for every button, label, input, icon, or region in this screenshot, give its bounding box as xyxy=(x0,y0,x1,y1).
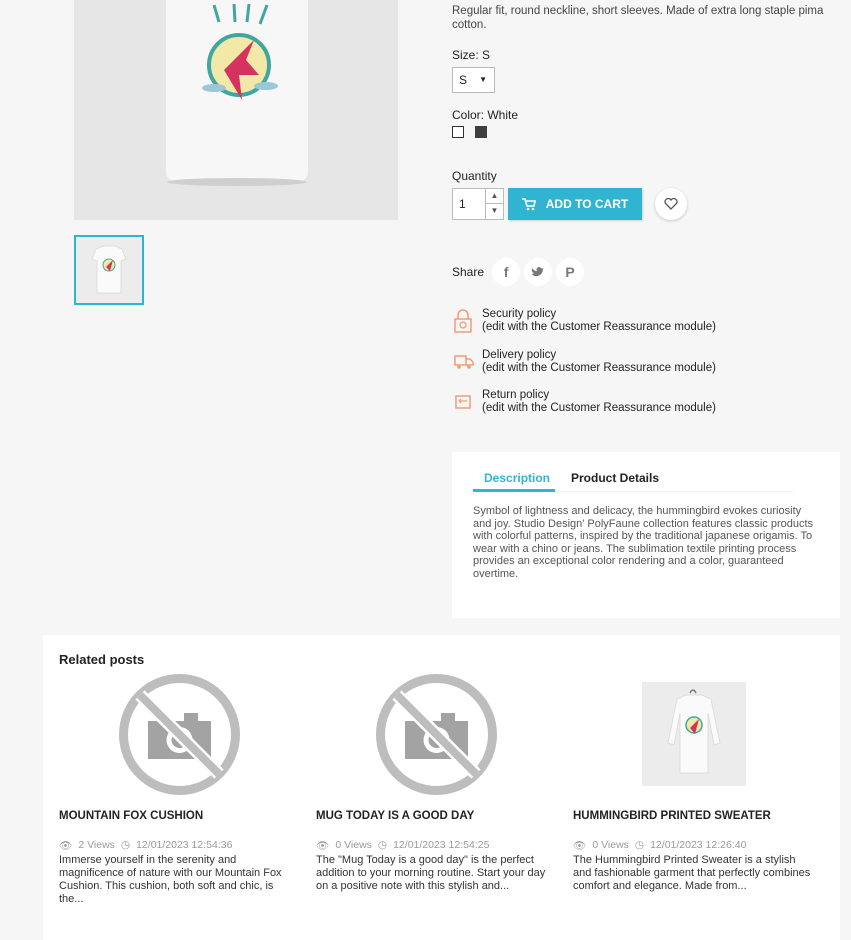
size-label: Size: S xyxy=(452,48,491,62)
cart-icon xyxy=(521,197,536,210)
eye-icon: 👁 xyxy=(316,840,330,852)
clock-icon: ◷ xyxy=(120,839,131,851)
post-excerpt: The Hummingbird Printed Sweater is a sty… xyxy=(573,854,811,892)
post-views: 2 Views xyxy=(78,839,115,851)
reassurance-sub: (edit with the Customer Reassurance modu… xyxy=(482,402,716,414)
post-meta: 👁 2 Views ◷ 12/01/2023 12:54:36 xyxy=(59,839,232,852)
tab-active-indicator xyxy=(473,489,555,492)
color-label: Color: White xyxy=(452,108,519,122)
no-image-icon xyxy=(375,674,497,795)
related-posts-heading: Related posts xyxy=(59,652,145,667)
post-title[interactable]: HUMMINGBIRD PRINTED SWEATER xyxy=(573,810,771,822)
related-posts: Related posts MOUNTAIN FOX CUSHION 👁 2 Vi… xyxy=(43,635,840,940)
add-to-cart-label: ADD TO CART xyxy=(545,197,629,211)
reassurance-sub: (edit with the Customer Reassurance modu… xyxy=(482,362,716,374)
post-meta: 👁 0 Views ◷ 12/01/2023 12:26:40 xyxy=(573,839,746,852)
post-views: 0 Views xyxy=(592,839,629,851)
eye-icon: 👁 xyxy=(59,840,73,852)
related-post-card[interactable]: MUG TODAY IS A GOOD DAY 👁 0 Views ◷ 12/01/… xyxy=(316,673,556,892)
related-post-card[interactable]: HUMMINGBIRD PRINTED SWEATER 👁 0 Views ◷ 12… xyxy=(573,673,813,892)
post-meta: 👁 0 Views ◷ 12/01/2023 12:54:25 xyxy=(316,839,489,852)
share-row: Share f P xyxy=(452,258,585,286)
size-select[interactable]: S ▼ xyxy=(452,67,495,93)
product-short-description: Regular fit, round neckline, short sleev… xyxy=(452,5,824,31)
truck-icon xyxy=(454,355,474,369)
clock-icon: ◷ xyxy=(377,839,388,851)
post-date: 12/01/2023 12:26:40 xyxy=(650,839,747,851)
reassurance-delivery: Delivery policy (edit with the Customer … xyxy=(452,349,752,375)
color-swatch-dark[interactable] xyxy=(475,126,487,138)
quantity-down-button[interactable]: ▼ xyxy=(486,204,503,219)
reassurance-title: Return policy xyxy=(482,389,550,401)
tab-product-details[interactable]: Product Details xyxy=(571,471,659,485)
twitter-icon[interactable] xyxy=(524,258,553,286)
tab-description[interactable]: Description xyxy=(484,471,550,485)
post-excerpt: The "Mug Today is a good day" is the per… xyxy=(316,854,546,892)
lock-icon xyxy=(454,309,472,333)
wishlist-button[interactable] xyxy=(655,188,687,220)
add-to-cart-button[interactable]: ADD TO CART xyxy=(508,188,642,220)
post-date: 12/01/2023 12:54:36 xyxy=(136,839,233,851)
chevron-down-icon: ▼ xyxy=(479,75,487,84)
related-post-card[interactable]: MOUNTAIN FOX CUSHION 👁 2 Views ◷ 12/01/202… xyxy=(59,673,299,905)
facebook-icon[interactable]: f xyxy=(492,258,521,286)
return-box-icon xyxy=(455,395,471,409)
reassurance-return: Return policy (edit with the Customer Re… xyxy=(452,389,752,415)
tab-description-body: Symbol of lightness and delicacy, the hu… xyxy=(473,505,814,580)
reassurance-sub: (edit with the Customer Reassurance modu… xyxy=(482,321,716,333)
pinterest-icon[interactable]: P xyxy=(556,258,585,286)
post-date: 12/01/2023 12:54:25 xyxy=(393,839,490,851)
heart-icon xyxy=(664,198,678,210)
size-value: S xyxy=(459,73,468,87)
reassurance-title: Security policy xyxy=(482,308,557,320)
quantity-up-button[interactable]: ▲ xyxy=(486,189,503,204)
product-thumbnail[interactable] xyxy=(74,235,144,305)
clock-icon: ◷ xyxy=(634,839,645,851)
no-image-icon xyxy=(118,674,240,795)
reassurance-title: Delivery policy xyxy=(482,349,557,361)
color-swatches xyxy=(452,126,487,138)
tshirt-thumb-image xyxy=(76,237,142,303)
post-title[interactable]: MOUNTAIN FOX CUSHION xyxy=(59,810,203,822)
quantity-stepper[interactable]: 1 ▲ ▼ xyxy=(452,188,504,220)
post-title[interactable]: MUG TODAY IS A GOOD DAY xyxy=(316,810,474,822)
share-label: Share xyxy=(452,265,485,279)
post-views: 0 Views xyxy=(335,839,372,851)
reassurance-security: Security policy (edit with the Customer … xyxy=(452,308,752,334)
color-swatch-white[interactable] xyxy=(452,126,464,138)
product-tabs: Description Product Details Symbol of li… xyxy=(452,452,840,618)
sweater-image xyxy=(641,682,746,786)
quantity-label: Quantity xyxy=(452,169,497,183)
eye-icon: 👁 xyxy=(573,840,587,852)
quantity-input[interactable]: 1 xyxy=(459,197,466,211)
tshirt-image xyxy=(74,0,398,220)
post-excerpt: Immerse yourself in the serenity and mag… xyxy=(59,854,282,905)
product-main-image[interactable] xyxy=(74,0,398,220)
